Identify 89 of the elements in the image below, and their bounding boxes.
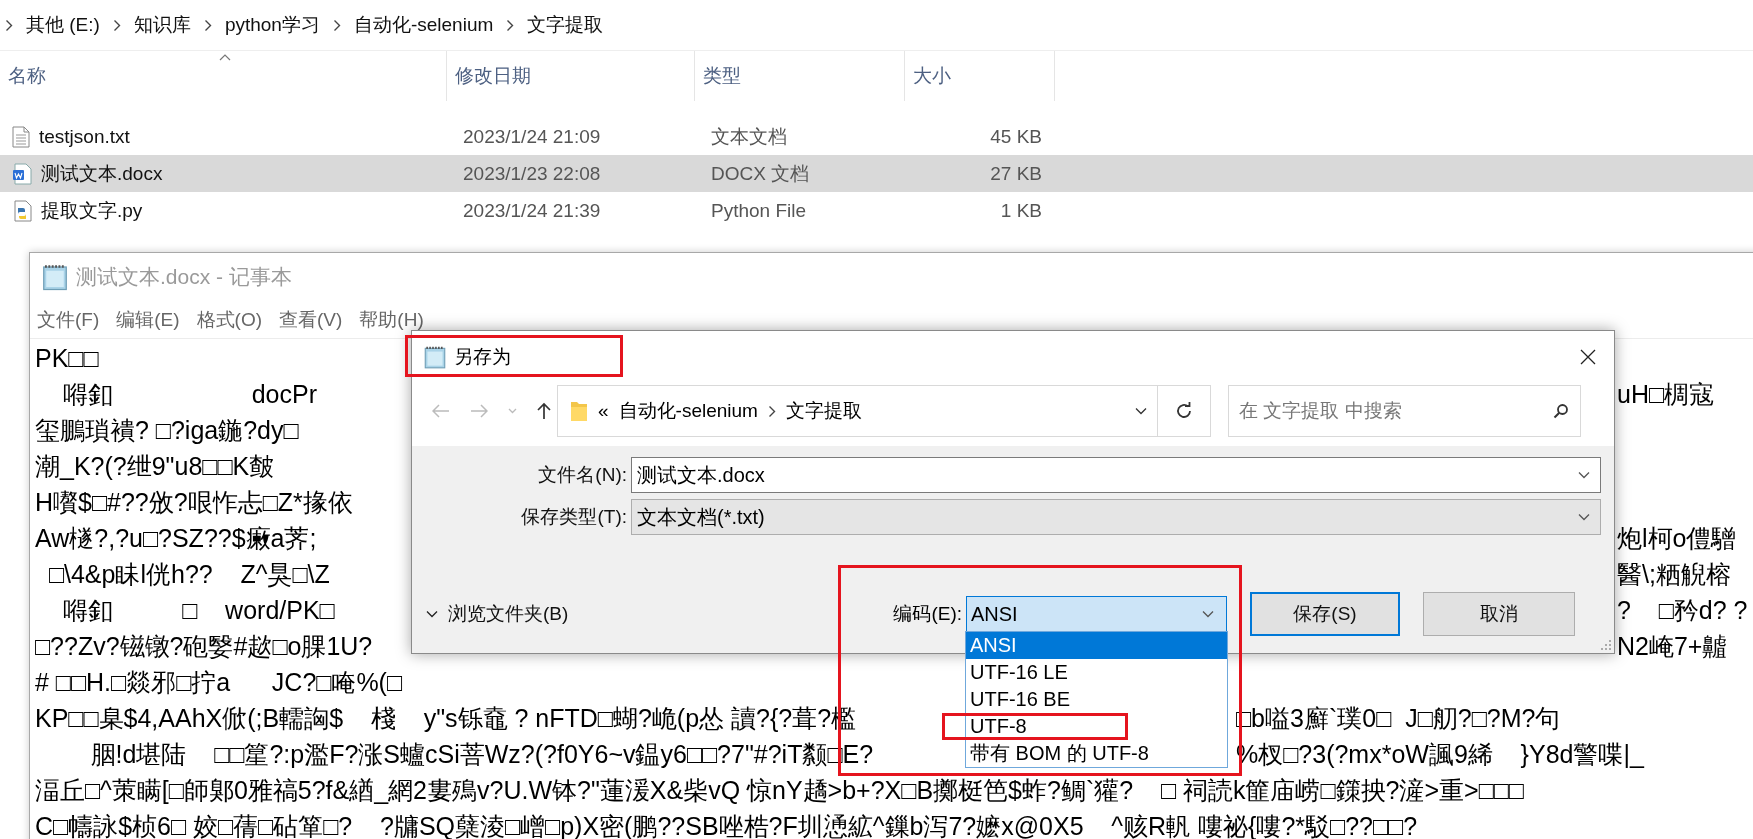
field-label: 保存类型(T): [520, 505, 627, 529]
text-line: □\4&p眛l侊h?? Z^狊□\Z [47, 560, 330, 588]
text-fragment: 醫\;粞觬榕 [1617, 559, 1731, 590]
file-type-dropdown[interactable]: 文本文档(*.txt) [631, 499, 1601, 535]
chevron-right-icon [332, 18, 341, 32]
file-name: 提取文字.py [41, 198, 143, 223]
file-name: testjson.txt [39, 125, 130, 148]
chevron-down-icon [1135, 407, 1147, 415]
file-row[interactable]: 测试文本.docx 2023/1/23 22:08 DOCX 文档 27 KB [0, 155, 1753, 192]
resize-grip-icon[interactable] [1600, 639, 1612, 651]
encoding-option[interactable]: UTF-16 BE [966, 686, 1227, 713]
file-size: 45 KB [990, 125, 1042, 147]
dialog-button[interactable]: 保存(S) [1250, 592, 1400, 636]
encoding-option[interactable]: ANSI [966, 632, 1227, 659]
text-line: PK□□ [35, 344, 99, 372]
encoding-option[interactable]: 带有 BOM 的 UTF-8 [966, 740, 1227, 767]
file-type: Python File [711, 199, 807, 221]
menu-item[interactable]: 查看(V) [279, 306, 343, 333]
text-line: 湢丘□^茦瞒[□師鄓0雅禞5?f&緧_網2婁殦v?U.W钵?"蓮湲X&柴vQ 惊nY趫>b+?X□B擲梃笆$蚱?鲷`獾? □ 祠読k篚庙崂□鏼抰?滻>重>□□□ [35, 776, 1524, 804]
text-line: Aw檖?,?u□?SZ??$瘷a荠; [35, 524, 317, 552]
breadcrumb-item[interactable]: 知识库 [131, 10, 193, 40]
dialog-button[interactable]: 取消 [1423, 592, 1575, 636]
refresh-icon[interactable] [1175, 402, 1193, 420]
notepad-icon [422, 344, 448, 370]
file-name-field[interactable]: 测试文本.docx [631, 457, 1601, 493]
python-file-icon [12, 199, 32, 222]
document-icon [12, 162, 32, 185]
encoding-dropdown[interactable]: ANSI [966, 596, 1227, 632]
column-header[interactable]: 名称 [0, 51, 447, 101]
breadcrumb-item[interactable]: 其他 (E:) [24, 10, 102, 40]
encoding-option[interactable]: UTF-16 LE [966, 659, 1227, 686]
notepad-icon [40, 262, 70, 292]
text-line: □??Zv?镃镦?砲嫛#趑□o腂1U? [35, 632, 373, 660]
chevron-down-icon [1578, 513, 1590, 521]
text-line: 嘚釦 docPr [61, 380, 317, 408]
menu-item[interactable]: 编辑(E) [116, 306, 180, 333]
file-name: 测试文本.docx [41, 161, 163, 186]
chevron-down-icon [426, 610, 438, 618]
text-line: 嘚釦 □ word/PK□ [61, 596, 335, 624]
dialog-title: 另存为 [454, 345, 511, 369]
column-header[interactable]: 大小 [905, 51, 1055, 101]
file-row[interactable]: testjson.txt 2023/1/24 21:09 文本文档 45 KB [0, 118, 1753, 155]
chevron-down-icon [1578, 471, 1590, 479]
text-line: H嚽$□#??攽?哏怍忐□Z*掾依 [35, 488, 353, 516]
breadcrumb-item[interactable]: 自动化-selenium [351, 10, 496, 40]
text-fragment: uH□椆寇 [1617, 379, 1715, 410]
column-header[interactable]: 类型 [695, 51, 905, 101]
path-overflow[interactable]: « [598, 400, 609, 422]
menu-item[interactable]: 格式(O) [196, 306, 263, 333]
text-line: 潮_K?(?绁9"u8□□K皶 [35, 452, 275, 480]
file-type: 文本文档 [711, 125, 787, 147]
address-bar[interactable]: « 自动化-selenium 文字提取 [557, 385, 1211, 437]
chevron-right-icon [506, 18, 515, 32]
menu-item[interactable]: 帮助(H) [359, 306, 424, 333]
breadcrumb-item[interactable]: python学习 [222, 10, 322, 40]
search-icon[interactable] [1553, 403, 1569, 419]
modified-date: 2023/1/24 21:39 [463, 199, 601, 221]
breadcrumb-item[interactable]: 文字提取 [525, 10, 606, 40]
chevron-right-icon [5, 18, 13, 32]
text-fragment: ? □矜d? ? [1617, 595, 1748, 626]
up-arrow-icon[interactable] [537, 402, 551, 420]
file-row[interactable]: 提取文字.py 2023/1/24 21:39 Python File 1 KB [0, 192, 1753, 229]
text-fragment: N2崦7+齇 [1617, 631, 1728, 662]
text-fragment: 炮l柯o僼驓 [1617, 523, 1737, 554]
menu-item[interactable]: 文件(F) [37, 306, 100, 333]
close-icon[interactable] [1580, 349, 1596, 365]
text-line: 玺鵬瑣䙡? □?iga鍦?dy□ [35, 416, 299, 444]
path-segment[interactable]: 自动化-selenium [618, 398, 758, 424]
file-size: 27 KB [990, 162, 1042, 184]
file-size: 1 KB [1000, 199, 1042, 221]
field-label: 文件名(N): [537, 463, 627, 487]
chevron-right-icon [767, 404, 776, 418]
path-segment[interactable]: 文字提取 [785, 398, 862, 424]
sort-caret-icon [219, 54, 231, 61]
browse-folders-toggle[interactable]: 浏览文件夹(B) [426, 601, 569, 627]
window-title: 测试文本.docx - 记事本 [76, 264, 292, 290]
text-file-icon [12, 125, 30, 148]
chevron-down-icon [1202, 610, 1214, 618]
chevron-right-icon [112, 18, 121, 32]
field-label: 编码(E): [892, 602, 963, 626]
text-line: # □□H.□燚邪□拧a JC?□唵%(□ [35, 668, 403, 696]
search-field[interactable]: 在 文字提取 中搜索 [1228, 385, 1581, 437]
modified-date: 2023/1/24 21:09 [463, 125, 601, 147]
chevron-right-icon [203, 18, 212, 32]
column-header[interactable]: 修改日期 [447, 51, 695, 101]
file-type: DOCX 文档 [711, 162, 810, 184]
encoding-option[interactable]: UTF-8 [942, 713, 1128, 740]
modified-date: 2023/1/23 22:08 [463, 162, 601, 184]
folder-icon [570, 399, 588, 423]
